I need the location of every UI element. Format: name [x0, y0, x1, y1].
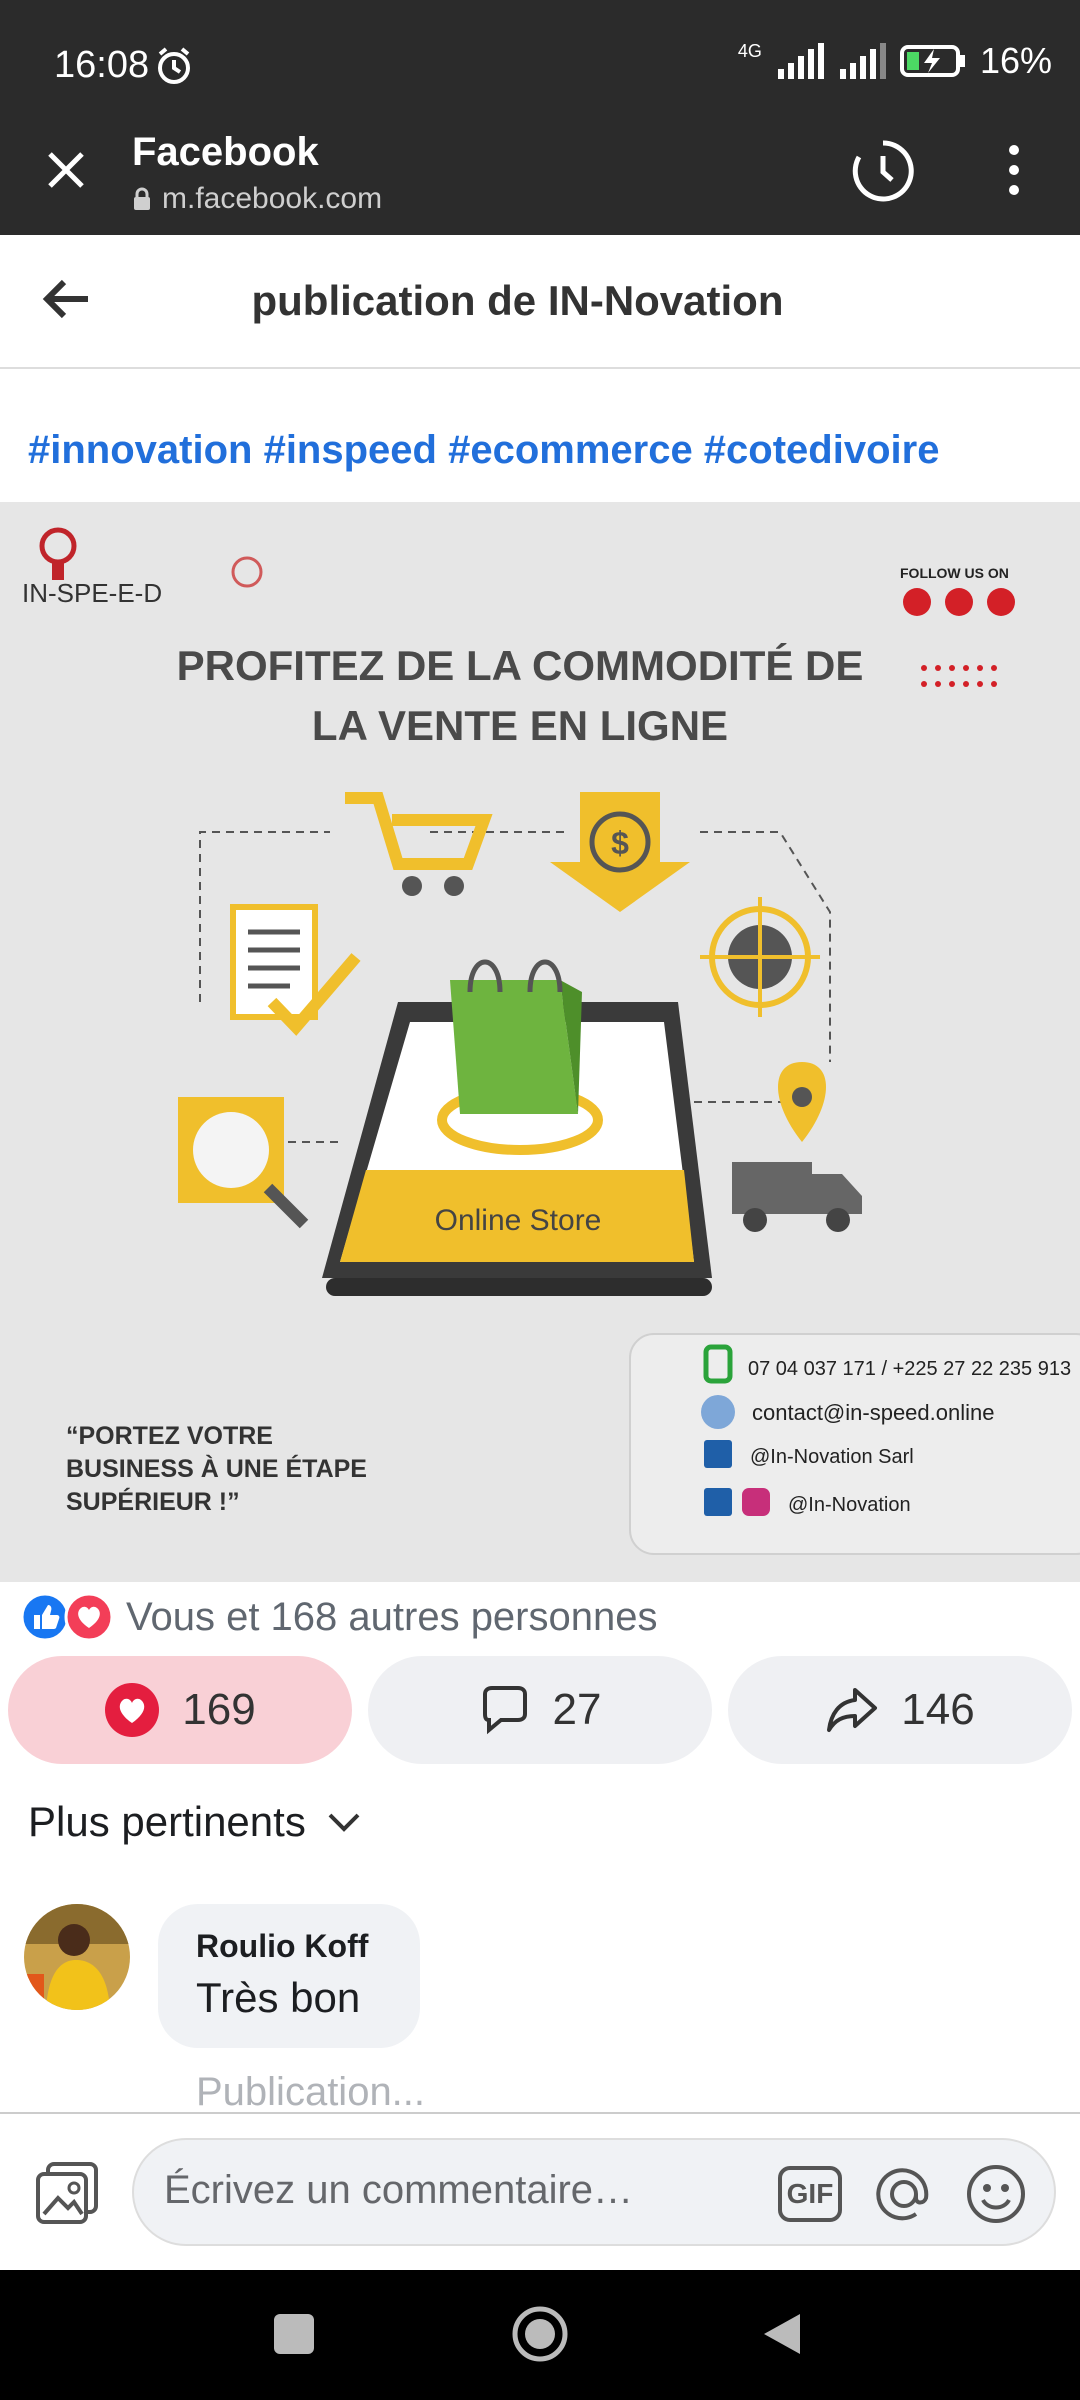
quote-line-1: “PORTEZ VOTRE: [66, 1422, 273, 1450]
instagram-icon: [987, 588, 1015, 616]
lock-icon: [134, 187, 150, 210]
comment-button[interactable]: 27: [368, 1656, 712, 1764]
post-image[interactable]: IN-SPE-E-D FOLLOW US ON PROFITEZ DE LA C…: [0, 502, 1080, 1582]
comment-placeholder: Écrivez un commentaire…: [164, 2168, 634, 2212]
back-nav-icon[interactable]: [760, 2310, 804, 2358]
status-time: 16:08: [54, 44, 150, 86]
gif-button[interactable]: GIF: [778, 2166, 842, 2222]
avatar[interactable]: [24, 1904, 130, 2010]
browser-url: m.facebook.com: [132, 182, 382, 216]
contact-phone: 07 04 037 171 / +225 27 22 235 913: [748, 1358, 1071, 1380]
like-reaction-icon: [20, 1592, 70, 1642]
emoji-icon[interactable]: [964, 2162, 1028, 2226]
history-icon[interactable]: [850, 138, 916, 204]
page-header: publication de IN-Novation: [0, 235, 1080, 369]
contact-email: contact@in-speed.online: [752, 1400, 994, 1425]
headline-line-2: LA VENTE EN LIGNE: [312, 702, 728, 749]
like-button[interactable]: 169: [8, 1656, 352, 1764]
facebook-icon: [903, 588, 931, 616]
comment-count: 27: [552, 1685, 602, 1734]
like-count: 169: [182, 1685, 256, 1734]
share-count: 146: [901, 1685, 975, 1734]
status-bar: 16:08 4G 16%: [0, 0, 1080, 130]
mention-icon[interactable]: [872, 2162, 936, 2226]
facebook-small-icon: [704, 1488, 732, 1516]
close-icon[interactable]: [44, 148, 88, 192]
svg-text:$: $: [611, 825, 629, 861]
logo-text: IN-SPE-E-D: [22, 578, 162, 608]
browser-bar: Facebook m.facebook.com: [0, 130, 1080, 235]
recents-icon[interactable]: [272, 2312, 316, 2356]
battery-percent: 16%: [979, 40, 1052, 81]
email-icon: [701, 1395, 735, 1429]
comment-avatar[interactable]: [24, 1904, 130, 2015]
alarm-icon: [158, 47, 190, 84]
reactions-summary[interactable]: Vous et 168 autres personnes: [20, 1592, 657, 1642]
instagram-small-icon: [742, 1488, 770, 1516]
signal-icon-2: [839, 43, 886, 79]
page-title: publication de IN-Novation: [251, 277, 784, 324]
browser-title: Facebook: [132, 130, 319, 174]
contact-social: @In-Novation: [788, 1494, 911, 1516]
comment-author[interactable]: Roulio Koff: [196, 1928, 368, 1965]
contact-linkedin: @In-Novation Sarl: [750, 1446, 914, 1468]
twitter-icon: [945, 588, 973, 616]
store-label: Online Store: [435, 1204, 602, 1237]
comment-icon: [482, 1686, 527, 1735]
headline-line-1: PROFITEZ DE LA COMMODITÉ DE: [177, 642, 864, 689]
system-nav-bar: [0, 2270, 1080, 2400]
network-type: 4G: [737, 40, 762, 61]
comment-input[interactable]: Écrivez un commentaire… GIF: [132, 2138, 1056, 2246]
quote-line-3: SUPÉRIEUR !”: [66, 1487, 240, 1516]
chevron-down-icon: [328, 1813, 360, 1832]
quote-line-2: BUSINESS À UNE ÉTAPE: [66, 1454, 367, 1483]
linkedin-icon: [704, 1440, 732, 1468]
reactions-text: Vous et 168 autres personnes: [126, 1594, 658, 1639]
post-hashtags[interactable]: #innovation #inspeed #ecommerce #cotediv…: [28, 428, 939, 473]
heart-icon: [105, 1683, 160, 1737]
photo-icon[interactable]: [34, 2162, 100, 2224]
signal-icon: [777, 43, 824, 79]
url-text: m.facebook.com: [162, 182, 383, 215]
sort-label: Plus pertinents: [28, 1798, 306, 1845]
share-icon: [827, 1688, 878, 1732]
publication-hint: Publication...: [196, 2070, 426, 2114]
love-reaction-icon: [64, 1592, 114, 1642]
status-right: 4G 16%: [738, 40, 1052, 82]
promo-graphic: IN-SPE-E-D FOLLOW US ON PROFITEZ DE LA C…: [0, 502, 1080, 1582]
follow-label: FOLLOW US ON: [900, 565, 1009, 581]
comment-text: Très bon: [196, 1974, 361, 2021]
comment-composer: Écrivez un commentaire… GIF: [0, 2112, 1080, 2270]
home-icon[interactable]: [510, 2304, 570, 2364]
comment-sort-dropdown[interactable]: Plus pertinents: [28, 1798, 362, 1846]
battery-icon: [899, 45, 965, 77]
comment-bubble[interactable]: Roulio Koff Très bon: [158, 1904, 420, 2048]
more-options-icon[interactable]: [1000, 142, 1028, 198]
share-button[interactable]: 146: [728, 1656, 1072, 1764]
